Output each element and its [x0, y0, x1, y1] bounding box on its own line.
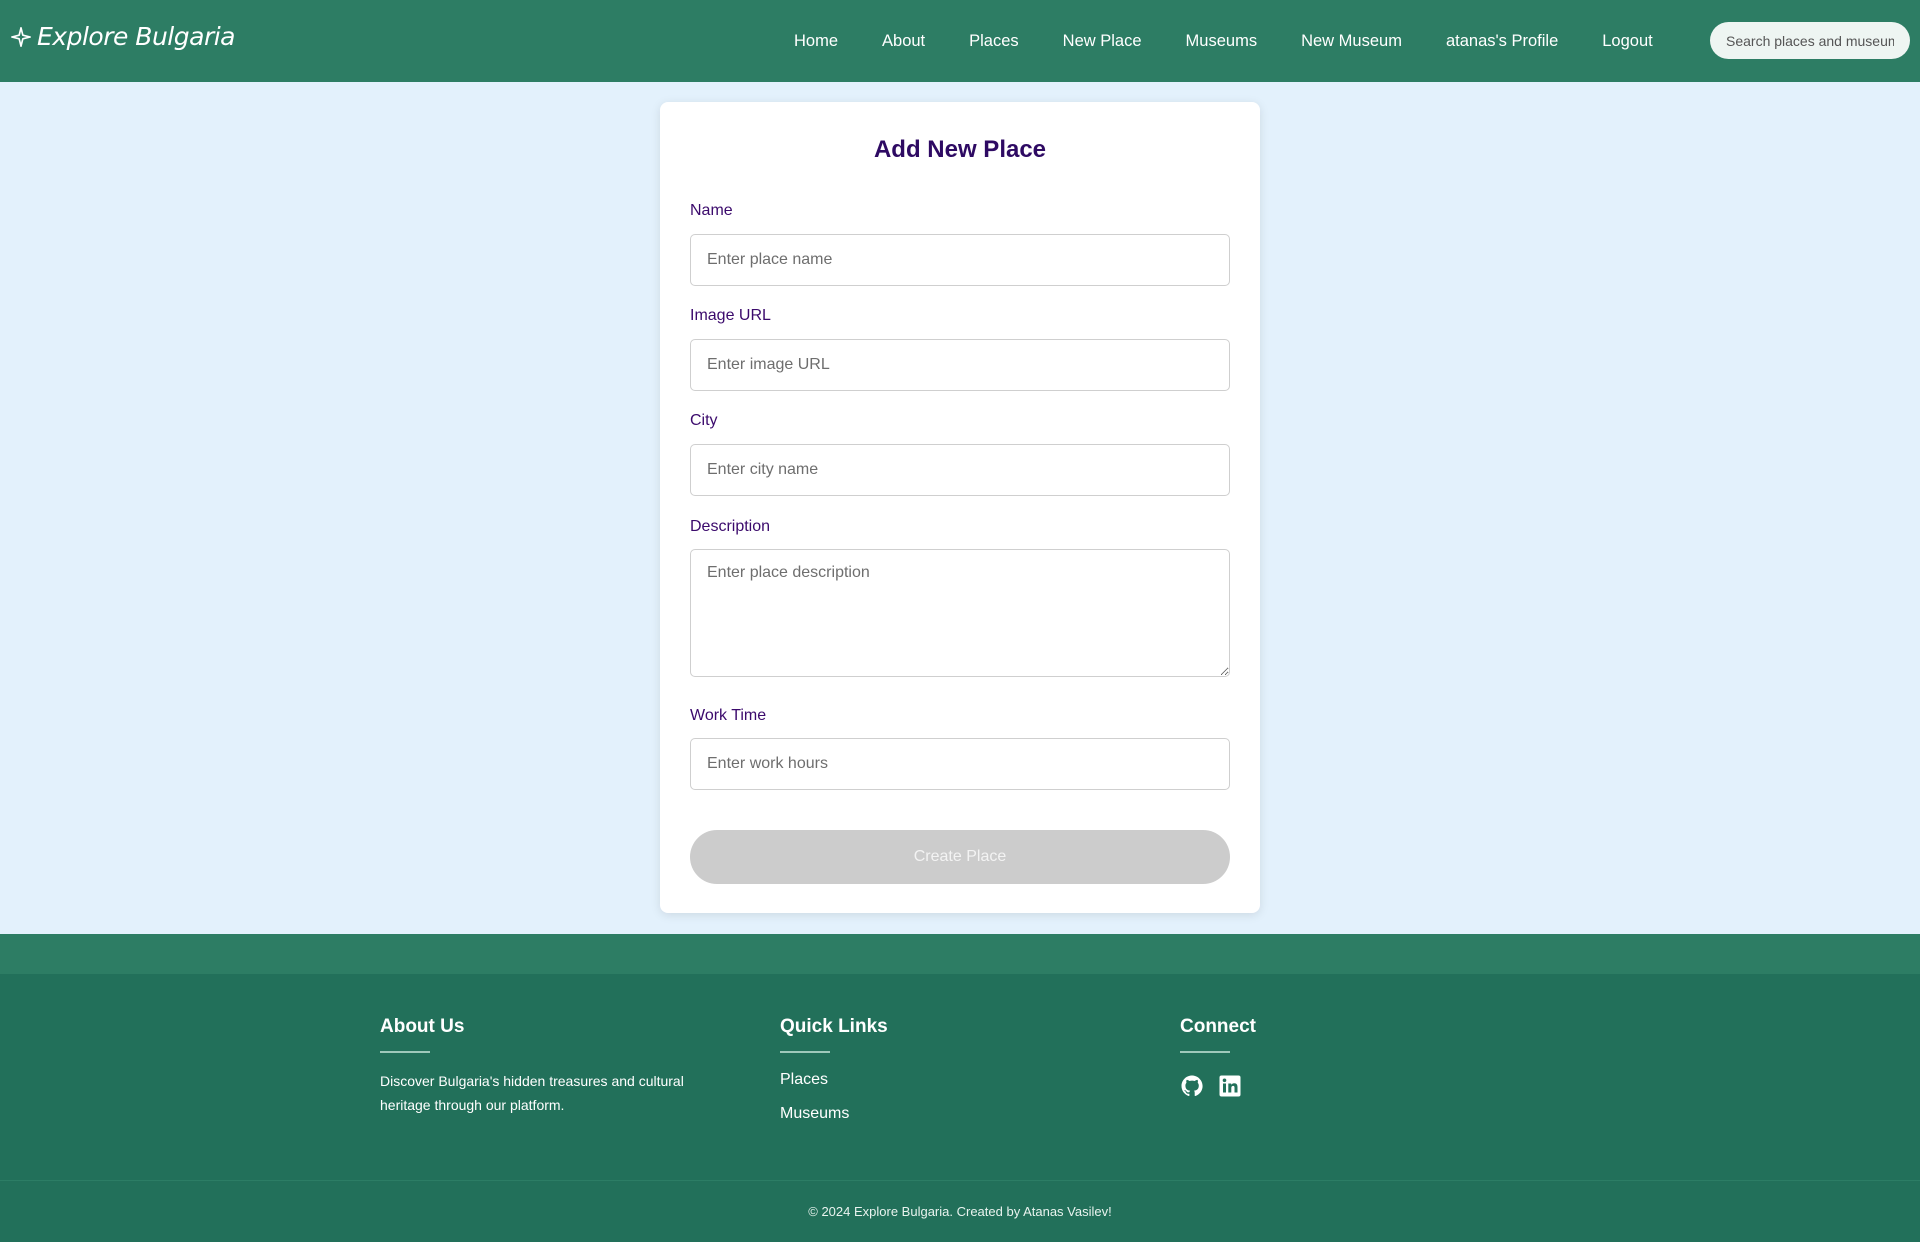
- copyright-text: © 2024 Explore Bulgaria. Created by Atan…: [808, 1204, 1112, 1219]
- brand-logo[interactable]: Explore Bulgaria: [10, 22, 235, 51]
- work-time-input[interactable]: [690, 738, 1230, 790]
- footer-link-museums[interactable]: Museums: [780, 1105, 888, 1123]
- nav-new-place[interactable]: New Place: [1063, 32, 1142, 51]
- nav-about[interactable]: About: [882, 32, 925, 51]
- work-time-label: Work Time: [690, 707, 767, 724]
- compass-star-icon: [11, 26, 31, 47]
- main-nav: Home About Places New Place Museums New …: [794, 0, 1653, 82]
- heading-underline: [1180, 1051, 1230, 1053]
- linkedin-icon[interactable]: [1218, 1074, 1242, 1098]
- create-place-button[interactable]: Create Place: [690, 830, 1230, 884]
- nav-places[interactable]: Places: [969, 32, 1019, 51]
- connect-heading: Connect: [1180, 1016, 1256, 1037]
- about-heading: About Us: [380, 1016, 465, 1037]
- image-url-input[interactable]: [690, 339, 1230, 391]
- city-input[interactable]: [690, 444, 1230, 496]
- footer-quick-links: Quick Links Places Museums: [780, 1016, 888, 1123]
- github-icon[interactable]: [1180, 1074, 1204, 1098]
- image-url-label: Image URL: [690, 307, 771, 324]
- footer-top-band: [0, 934, 1920, 974]
- name-label: Name: [690, 202, 733, 219]
- name-input[interactable]: [690, 234, 1230, 286]
- nav-home[interactable]: Home: [794, 32, 838, 51]
- brand-name: Explore Bulgaria: [37, 22, 235, 51]
- footer-divider: [0, 1180, 1920, 1181]
- nav-new-museum[interactable]: New Museum: [1301, 32, 1402, 51]
- heading-underline: [380, 1051, 430, 1053]
- nav-logout[interactable]: Logout: [1602, 32, 1652, 51]
- footer-connect: Connect: [1180, 1016, 1256, 1098]
- page-title: Add New Place: [873, 136, 1047, 163]
- about-text: Discover Bulgaria's hidden treasures and…: [380, 1073, 684, 1113]
- site-header: Explore Bulgaria Home About Places New P…: [0, 0, 1920, 82]
- quick-links-heading: Quick Links: [780, 1016, 888, 1037]
- social-links: [1180, 1074, 1256, 1098]
- search-input[interactable]: [1710, 22, 1910, 59]
- description-textarea[interactable]: [690, 549, 1230, 677]
- nav-museums[interactable]: Museums: [1186, 32, 1258, 51]
- heading-underline: [780, 1051, 830, 1053]
- footer-about: About Us Discover Bulgaria's hidden trea…: [380, 1016, 720, 1117]
- city-label: City: [690, 412, 718, 429]
- footer-link-places[interactable]: Places: [780, 1071, 888, 1089]
- site-footer: About Us Discover Bulgaria's hidden trea…: [0, 974, 1920, 1242]
- description-label: Description: [690, 518, 771, 535]
- add-place-card: Add New Place Name Image URL City Descri…: [660, 102, 1260, 913]
- nav-profile[interactable]: atanas's Profile: [1446, 32, 1558, 51]
